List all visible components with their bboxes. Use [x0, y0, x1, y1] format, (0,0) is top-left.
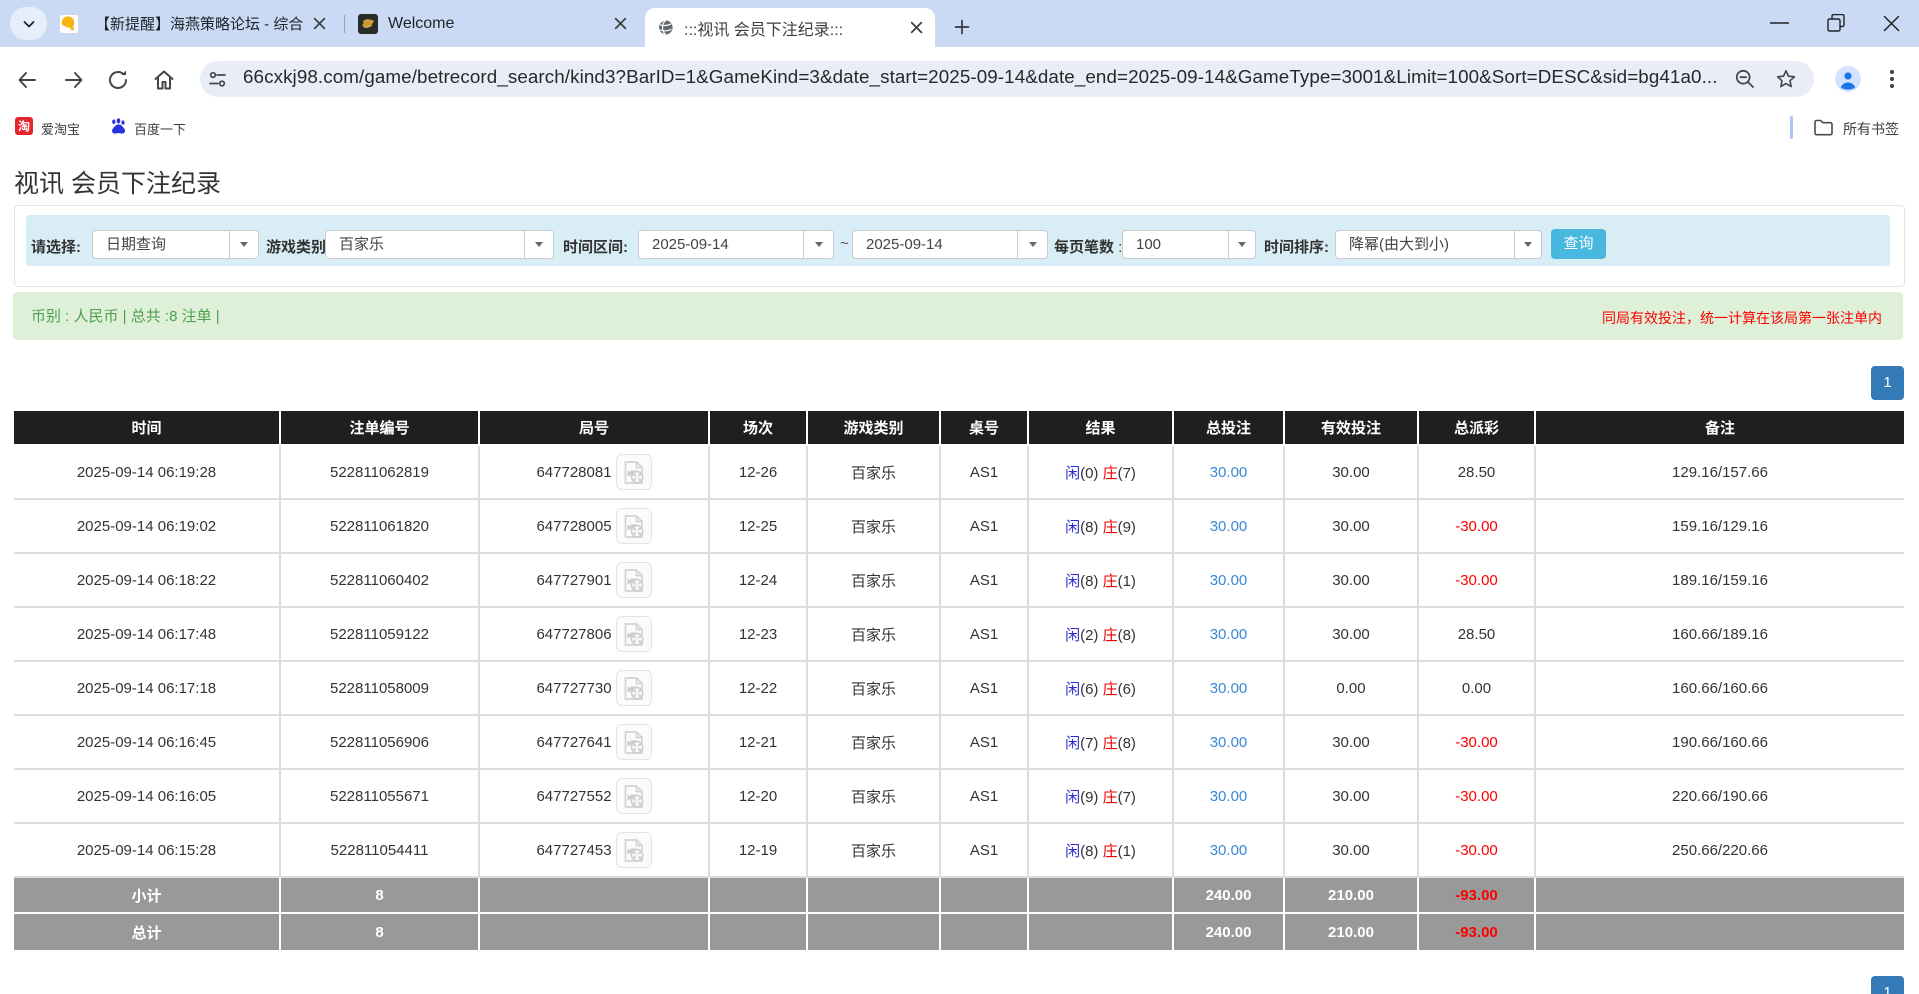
svg-text:淘: 淘	[18, 118, 30, 135]
